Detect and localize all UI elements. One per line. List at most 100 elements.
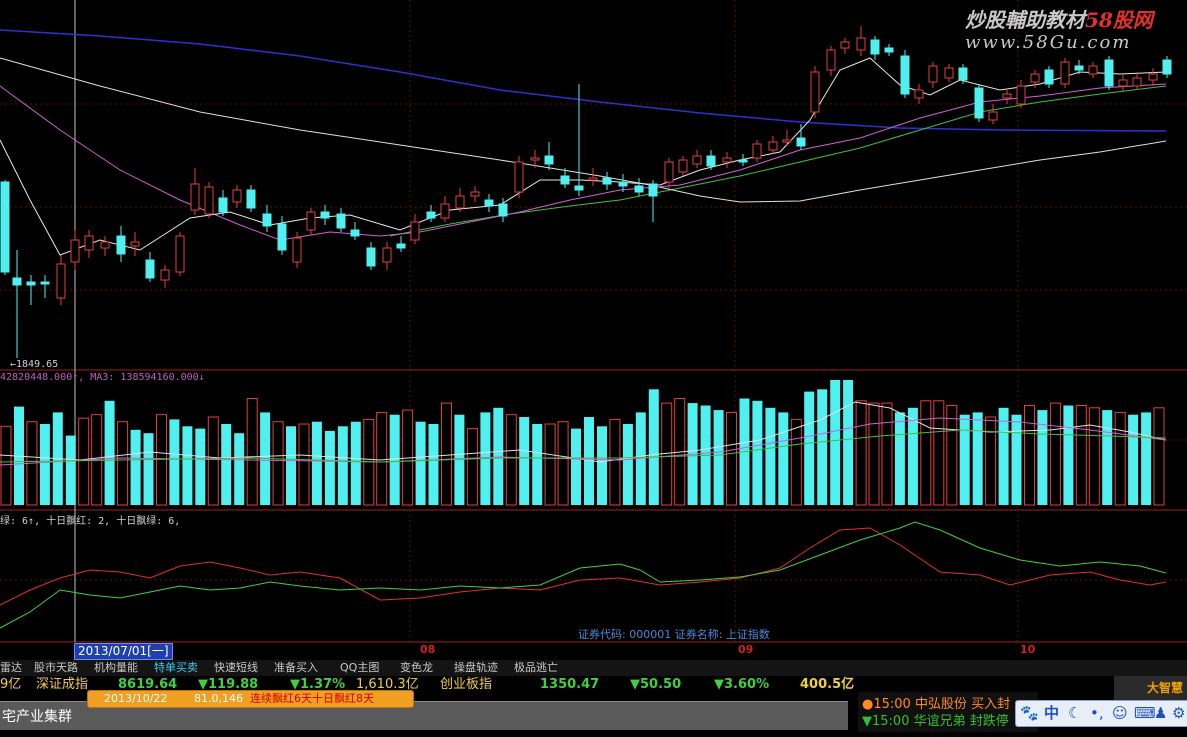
tab-ready-buy[interactable]: 准备买入 — [274, 660, 318, 676]
volume-bar — [195, 428, 206, 505]
candle-body — [116, 235, 126, 255]
volume-bar — [65, 435, 76, 505]
signal-note: 2013/10/22 81.0,146 连续飘红6天十日飘红8天 — [87, 690, 414, 708]
volume-bar — [622, 424, 633, 505]
candle-body — [440, 203, 450, 219]
volume-bar — [907, 407, 918, 505]
volume-bar — [1141, 412, 1152, 505]
volume-bar — [1153, 407, 1165, 506]
volume-bar — [765, 407, 776, 505]
chart-canvas[interactable] — [0, 0, 1187, 660]
candle-body — [306, 211, 316, 231]
punctuation-icon[interactable]: •, — [1090, 703, 1104, 723]
volume-bar — [1049, 402, 1061, 506]
candle-body — [1148, 73, 1158, 81]
osc-red-line — [0, 527, 1167, 606]
volume-bar — [207, 416, 219, 506]
candle-body — [56, 263, 66, 299]
volume-bar — [428, 424, 439, 505]
candle-body — [988, 111, 998, 121]
candle-body — [914, 89, 924, 99]
tab-radar[interactable]: 雷达 — [0, 660, 22, 676]
candle-body — [382, 247, 392, 263]
watermark-url: www.58Gu.com — [965, 32, 1132, 53]
candle-body — [396, 243, 406, 249]
volume-bar — [1102, 410, 1113, 505]
candle-body — [752, 143, 762, 159]
volume-bar — [117, 421, 129, 506]
user-icon[interactable]: ♟ — [1154, 703, 1167, 723]
volume-bar — [609, 418, 621, 506]
tab-trading-track[interactable]: 操盘轨迹 — [454, 660, 498, 676]
ticker-name-cyb[interactable]: 创业板指 — [440, 676, 492, 694]
volume-bar — [505, 414, 517, 506]
keyboard-icon[interactable]: ⌨ — [1134, 703, 1156, 723]
volume-bar — [1114, 411, 1126, 506]
alert-list[interactable]: ●15:00 中弘股份 买入封 ▼15:00 华谊兄弟 封跌停 — [858, 692, 1038, 732]
price-low-label: ←1849.65 — [10, 359, 59, 370]
candle-body — [840, 41, 850, 49]
candle-body — [190, 183, 200, 211]
volume-bar — [778, 412, 789, 505]
candle-body — [1030, 73, 1040, 83]
candle-body — [350, 229, 360, 237]
tab-institution-volume[interactable]: 机构量能 — [94, 660, 138, 676]
oscillator-indicator-label: 绿: 6↑, 十日飘红: 2, 十日飘绿: 6, — [0, 516, 181, 527]
candle-body — [796, 137, 806, 147]
volume-bar — [272, 421, 284, 506]
tab-chameleon[interactable]: 变色龙 — [400, 660, 433, 676]
volume-bar — [337, 426, 348, 505]
tab-escape[interactable]: 极品逃亡 — [514, 660, 558, 676]
candle-body — [900, 55, 910, 95]
moon-icon[interactable]: ☾ — [1068, 703, 1081, 723]
ticker-change-cyb: ▼50.50 — [630, 677, 682, 692]
candle-body — [870, 39, 880, 55]
volume-bar — [324, 430, 335, 505]
candle-body — [574, 185, 584, 191]
volume-bar — [246, 398, 258, 506]
paw-icon[interactable]: 🐾 — [1020, 703, 1039, 723]
candle-body — [0, 181, 10, 273]
alert-item[interactable]: ▼15:00 华谊兄弟 封跌停 — [862, 710, 1009, 729]
candle-body — [130, 241, 140, 247]
gear-icon[interactable]: ⚙ — [1172, 703, 1185, 723]
candle-body — [145, 259, 155, 279]
candle-body — [974, 87, 984, 119]
candle-body — [514, 161, 524, 193]
tab-special-trades[interactable]: 特单买卖 — [154, 660, 198, 676]
candle-body — [706, 155, 716, 167]
candle-body — [320, 211, 330, 219]
volume-bar — [143, 433, 154, 505]
candlestick-series — [0, 26, 1172, 358]
volume-bar — [1128, 414, 1139, 505]
volume-bar — [713, 410, 724, 505]
candle-body — [530, 157, 540, 161]
volume-bar — [389, 414, 400, 505]
signal-value: 81.0,146 — [194, 692, 243, 705]
candle-body — [588, 177, 598, 181]
emoji-icon[interactable]: ☺ — [1112, 703, 1128, 723]
candle-body — [410, 221, 420, 241]
candle-body — [810, 71, 820, 113]
volume-bar — [78, 417, 90, 506]
ime-lang[interactable]: 中 — [1044, 703, 1059, 723]
tab-qq-main[interactable]: QQ主图 — [340, 660, 379, 676]
volume-bar — [894, 412, 905, 505]
candle-body — [366, 247, 376, 267]
ma-short-line — [0, 57, 1167, 256]
candle-body — [100, 241, 110, 249]
candle-body — [70, 239, 80, 263]
volume-bar — [571, 428, 581, 505]
candle-body — [336, 213, 346, 229]
tab-stock-road[interactable]: 股市天路 — [34, 660, 78, 676]
month-label-10: 10 — [1020, 643, 1036, 656]
volume-bars — [0, 380, 1165, 506]
security-info: 证券代码: 000001 证券名称: 上证指数 — [578, 628, 770, 641]
volume-bar — [557, 421, 569, 506]
volume-bar — [1063, 405, 1074, 505]
tab-fast-short[interactable]: 快速短线 — [214, 660, 258, 676]
ma-mid-line — [0, 83, 1167, 241]
ticker-name-sz[interactable]: 深证成指 — [36, 676, 88, 694]
candle-body — [498, 203, 508, 217]
ime-toolbar[interactable]: 🐾 中 ☾ •, ☺ ⌨ ♟ ⚙ — [1015, 700, 1187, 727]
